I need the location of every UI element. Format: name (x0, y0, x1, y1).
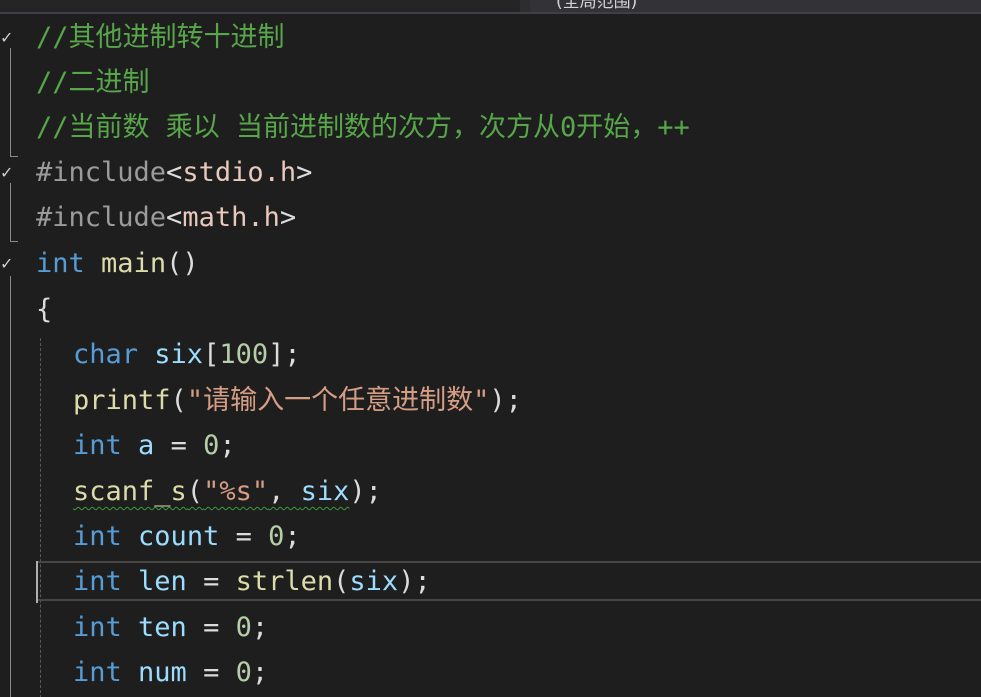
paren-close: ); (398, 566, 431, 597)
semicolon: ; (251, 612, 269, 643)
identifier: a (138, 430, 155, 461)
number-literal: 0 (203, 430, 220, 461)
comma: , (268, 476, 301, 507)
code-line-scanf[interactable]: scanf_s("%s", six); (73, 472, 382, 512)
assign-operator: = (154, 430, 204, 461)
include-header: stdio.h (182, 157, 297, 188)
fold-check-icon[interactable]: ✓ (0, 256, 13, 272)
identifier: len (138, 566, 187, 597)
paren-open: ( (170, 385, 187, 416)
bracket-close: ]; (268, 339, 301, 370)
fold-guide-line (10, 183, 11, 241)
paren-close: ); (489, 385, 522, 416)
fold-guide-line (10, 276, 11, 697)
code-line-comment[interactable]: //其他进制转十进制 (36, 18, 285, 58)
identifier: count (138, 521, 220, 552)
navigation-bar: (全局范围) (0, 0, 981, 14)
keyword: int (73, 612, 122, 643)
identifier: six (349, 566, 399, 597)
fold-guide-end (10, 156, 18, 157)
code-line-brace[interactable]: { (36, 290, 52, 330)
code-line-int-a[interactable]: int a = 0; (73, 426, 236, 466)
scope-label: (全局范围) (556, 0, 638, 12)
function-name: strlen (235, 566, 334, 597)
paren-open: ( (186, 476, 204, 507)
angle-open: < (166, 202, 183, 233)
number-literal: 0 (268, 521, 285, 552)
angle-close: > (296, 157, 313, 188)
code-line-comment[interactable]: //二进制 (36, 63, 150, 103)
identifier: num (138, 657, 187, 688)
keyword: int (73, 521, 122, 552)
fold-check-icon[interactable]: ✓ (0, 30, 13, 46)
preprocessor-directive: #include (36, 157, 167, 188)
semicolon: ; (284, 521, 301, 552)
include-header: math.h (182, 202, 280, 233)
code-line-int-num[interactable]: int num = 0; (73, 653, 268, 693)
code-line-printf[interactable]: printf("请输入一个任意进制数"); (73, 381, 522, 421)
string-literal: "%s" (203, 476, 269, 507)
assign-operator: = (219, 521, 269, 552)
string-literal: "请输入一个任意进制数" (186, 385, 490, 416)
fold-guide-line (10, 48, 11, 156)
code-line-main[interactable]: int main() (36, 244, 199, 284)
outlining-margin: ✓ ✓ ✓ (0, 14, 20, 697)
preprocessor-directive: #include (36, 202, 167, 233)
indent-guide (40, 338, 41, 697)
function-name: main (101, 248, 167, 279)
code-line-include[interactable]: #include<stdio.h> (36, 153, 312, 193)
keyword: int (36, 248, 85, 279)
code-line-comment[interactable]: //当前数 乘以 当前进制数的次方，次方从0开始，++ (36, 108, 690, 148)
keyword: char (73, 339, 139, 370)
function-name: printf (73, 385, 171, 416)
paren-open: ( (333, 566, 350, 597)
bracket-open: [ (203, 339, 220, 370)
assign-operator: = (186, 566, 236, 597)
text-caret (36, 561, 38, 603)
code-line-include[interactable]: #include<math.h> (36, 198, 296, 238)
code-line-int-count[interactable]: int count = 0; (73, 517, 301, 557)
fold-check-icon[interactable]: ✓ (0, 165, 13, 181)
angle-open: < (166, 157, 183, 188)
code-line-int-ten[interactable]: int ten = 0; (73, 608, 268, 648)
number-literal: 100 (219, 339, 269, 370)
code-line-char-decl[interactable]: char six[100]; (73, 335, 301, 375)
assign-operator: = (186, 657, 236, 688)
assign-operator: = (186, 612, 236, 643)
angle-close: > (279, 202, 297, 233)
keyword: int (73, 430, 122, 461)
number-literal: 0 (235, 657, 252, 688)
identifier: ten (138, 612, 187, 643)
code-editor[interactable]: (全局范围) ✓ ✓ ✓ //其他进制转十进制 //二进制 //当前数 乘以 当… (0, 0, 981, 697)
keyword: int (73, 566, 122, 597)
code-line-int-len[interactable]: int len = strlen(six); (73, 562, 431, 602)
identifier: six (154, 339, 204, 370)
keyword: int (73, 657, 122, 688)
number-literal: 0 (235, 612, 252, 643)
file-dropdown[interactable] (0, 0, 520, 12)
identifier: six (300, 476, 350, 507)
parentheses: () (166, 248, 199, 279)
paren-close: ); (349, 476, 382, 507)
function-name: scanf_s (73, 476, 187, 507)
warning-squiggle[interactable]: scanf_s("%s", six (73, 476, 349, 507)
fold-guide-end (10, 241, 18, 242)
semicolon: ; (219, 430, 236, 461)
semicolon: ; (251, 657, 269, 688)
